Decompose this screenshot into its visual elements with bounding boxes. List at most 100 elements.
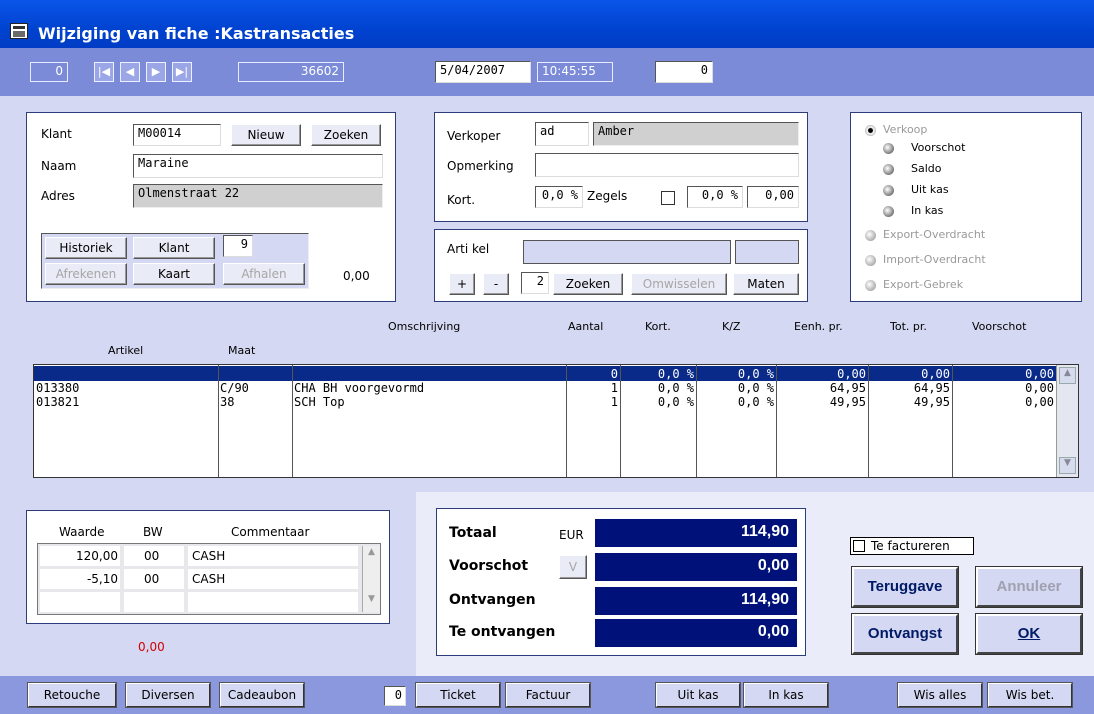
payment-bw: 00 bbox=[144, 549, 160, 563]
verkoper-code-field[interactable]: ad bbox=[535, 122, 589, 146]
artikel-extra-field[interactable] bbox=[735, 240, 799, 264]
diversen-button[interactable]: Diversen bbox=[126, 683, 210, 707]
ontvangen-label: Ontvangen bbox=[449, 592, 536, 608]
omwisselen-button[interactable]: Omwisselen bbox=[631, 273, 727, 295]
table-scrollbar[interactable]: ▲ ▼ bbox=[1056, 365, 1078, 477]
payment-bw: 00 bbox=[144, 572, 160, 586]
export-gebrek-radio[interactable] bbox=[865, 280, 876, 291]
zoeken-klant-button[interactable]: Zoeken bbox=[311, 124, 381, 146]
in-kas-radio[interactable] bbox=[883, 206, 894, 217]
klant-field[interactable]: M00014 bbox=[133, 124, 221, 146]
annuleer-button[interactable]: Annuleer bbox=[976, 567, 1082, 607]
quantity-field[interactable]: 2 bbox=[521, 272, 549, 294]
payments-scrollbar[interactable]: ▲ ▼ bbox=[362, 546, 380, 612]
table-cell-aantal: 1 bbox=[610, 395, 618, 409]
verkoop-radio[interactable] bbox=[865, 125, 876, 136]
header-voorschot: Voorschot bbox=[972, 320, 1027, 333]
ticket-button[interactable]: Ticket bbox=[416, 683, 500, 707]
uit-kas-radio[interactable] bbox=[883, 185, 894, 196]
checkbox-box bbox=[853, 540, 865, 552]
maten-button[interactable]: Maten bbox=[733, 273, 799, 295]
voorschot-label: Voorschot bbox=[449, 558, 529, 574]
payments-header-commentaar: Commentaar bbox=[231, 525, 310, 539]
afhalen-button[interactable]: Afhalen bbox=[223, 263, 305, 285]
next-record-button[interactable]: ▶ bbox=[146, 62, 166, 82]
scroll-up-icon[interactable]: ▲ bbox=[364, 547, 379, 563]
table-cell-aantal: 0 bbox=[610, 367, 618, 381]
table-cell-maat: C/90 bbox=[220, 381, 249, 395]
first-record-button[interactable]: |◀ bbox=[94, 62, 114, 82]
voorschot-radio[interactable] bbox=[883, 143, 894, 154]
kort-field[interactable]: 0,0 % bbox=[535, 186, 583, 208]
klant-button[interactable]: Klant bbox=[133, 237, 215, 259]
app-icon bbox=[10, 23, 28, 39]
table-cell-omschrijving: SCH Top bbox=[294, 395, 345, 409]
te-factureren-checkbox[interactable]: Te factureren bbox=[850, 537, 974, 555]
table-cell-voorschot: 0,00 bbox=[1025, 395, 1054, 409]
navigation-bar: 0 |◀ ◀ ▶ ▶| 36602 5/04/2007 10:45:55 0 bbox=[0, 48, 1094, 96]
table-cell-kz: 0,0 % bbox=[737, 381, 774, 395]
payments-table[interactable]: 120,00 00 CASH -5,10 00 CASH ▲ ▼ bbox=[37, 543, 381, 615]
in-kas-button[interactable]: In kas bbox=[744, 683, 828, 707]
nieuw-button[interactable]: Nieuw bbox=[231, 124, 301, 146]
header-omschrijving: Omschrijving bbox=[388, 320, 461, 333]
table-cell-kort: 0,0 % bbox=[657, 395, 694, 409]
kaart-button[interactable]: Kaart bbox=[133, 263, 215, 285]
scroll-down-icon[interactable]: ▼ bbox=[1059, 457, 1076, 474]
scroll-up-icon[interactable]: ▲ bbox=[1059, 367, 1076, 384]
plus-button[interactable]: + bbox=[449, 273, 475, 295]
previous-record-button[interactable]: ◀ bbox=[120, 62, 140, 82]
date-field[interactable]: 5/04/2007 bbox=[435, 61, 531, 83]
import-overdracht-radio[interactable] bbox=[865, 255, 876, 266]
saldo-radio[interactable] bbox=[883, 164, 894, 175]
customer-balance: 0,00 bbox=[343, 269, 370, 283]
ticket-count-field[interactable]: 0 bbox=[655, 61, 713, 83]
header-kort: Kort. bbox=[645, 320, 671, 333]
article-panel: Arti kel + - 2 Zoeken Omwisselen Maten bbox=[434, 229, 808, 302]
klant-count[interactable]: 9 bbox=[223, 235, 253, 257]
wis-bet-button[interactable]: Wis bet. bbox=[988, 683, 1072, 707]
uit-kas-button[interactable]: Uit kas bbox=[656, 683, 740, 707]
opmerking-field[interactable] bbox=[535, 153, 799, 177]
payments-header-bw: BW bbox=[143, 525, 163, 539]
retouche-button[interactable]: Retouche bbox=[28, 683, 116, 707]
historiek-button[interactable]: Historiek bbox=[45, 237, 127, 259]
table-cell-eenh: 49,95 bbox=[829, 395, 866, 409]
table-cell-eenh: 0,00 bbox=[837, 367, 866, 381]
artikel-input[interactable] bbox=[523, 240, 731, 264]
voorschot-v-button[interactable]: V bbox=[559, 555, 587, 579]
ok-button[interactable]: OK bbox=[976, 614, 1082, 654]
minus-button[interactable]: - bbox=[483, 273, 509, 295]
totaal-label: Totaal bbox=[449, 525, 497, 541]
zegels-amount-field[interactable]: 0,00 bbox=[747, 186, 799, 208]
export-overdracht-radio[interactable] bbox=[865, 230, 876, 241]
teruggave-button[interactable]: Teruggave bbox=[852, 567, 958, 607]
table-cell-aantal: 1 bbox=[610, 381, 618, 395]
payment-comment: CASH bbox=[192, 572, 226, 586]
naam-field[interactable]: Maraine bbox=[133, 154, 383, 178]
record-number: 36602 bbox=[238, 62, 344, 82]
factuur-button[interactable]: Factuur bbox=[506, 683, 590, 707]
zegels-checkbox[interactable] bbox=[661, 191, 675, 205]
payment-comment: CASH bbox=[192, 549, 226, 563]
header-eenh: Eenh. pr. bbox=[794, 320, 843, 333]
table-cell-tot: 64,95 bbox=[913, 381, 950, 395]
opmerking-label: Opmerking bbox=[447, 159, 514, 173]
wis-alles-button[interactable]: Wis alles bbox=[898, 683, 982, 707]
ticket-copies-field[interactable]: 0 bbox=[384, 686, 406, 706]
zegels-percent-field[interactable]: 0,0 % bbox=[687, 186, 743, 208]
ontvangen-value: 114,90 bbox=[595, 587, 797, 615]
verkoper-label: Verkoper bbox=[447, 129, 501, 143]
afrekenen-button[interactable]: Afrekenen bbox=[45, 263, 127, 285]
last-record-button[interactable]: ▶| bbox=[172, 62, 192, 82]
cadeaubon-button[interactable]: Cadeaubon bbox=[220, 683, 304, 707]
ontvangst-button[interactable]: Ontvangst bbox=[852, 614, 958, 654]
adres-label: Adres bbox=[41, 189, 75, 203]
transaction-type-panel: Verkoop Voorschot Saldo Uit kas In kas E… bbox=[850, 112, 1082, 302]
article-table[interactable]: 0 0,0 % 0,0 % 0,00 0,00 0,00 013380 C/90 CHA BH … bbox=[33, 364, 1079, 478]
zoeken-artikel-button[interactable]: Zoeken bbox=[553, 273, 623, 295]
scroll-down-icon[interactable]: ▼ bbox=[364, 594, 379, 610]
artikel-label: Arti kel bbox=[447, 242, 490, 256]
header-tot: Tot. pr. bbox=[890, 320, 927, 333]
table-cell-omschrijving: CHA BH voorgevormd bbox=[294, 381, 425, 395]
